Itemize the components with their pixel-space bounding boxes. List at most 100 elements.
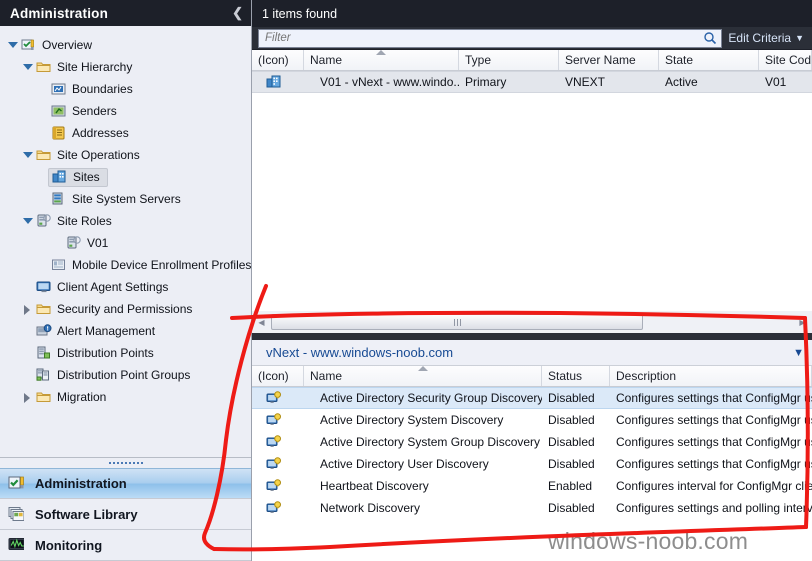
- column-header-name[interactable]: Name: [304, 366, 542, 386]
- column-header-status[interactable]: Status: [542, 366, 610, 386]
- alert-icon: [36, 323, 52, 339]
- column-header--icon-[interactable]: (Icon): [252, 50, 304, 70]
- nav-item-administration[interactable]: Administration: [0, 468, 251, 499]
- discovery-description: Configures settings that ConfigMgr uses: [616, 391, 812, 405]
- status-badge: Disabled: [548, 501, 595, 515]
- edit-criteria-label: Edit Criteria: [728, 31, 792, 45]
- discovery-description: Configures interval for ConfigMgr client…: [616, 479, 812, 493]
- list-item[interactable]: Active Directory Security Group Discover…: [252, 387, 812, 409]
- search-icon[interactable]: [703, 31, 717, 45]
- sidebar-item-label: Distribution Point Groups: [57, 368, 191, 382]
- column-header-site-code[interactable]: Site Code: [759, 50, 812, 70]
- sidebar-item-site-operations[interactable]: Site Operations: [0, 144, 251, 166]
- tree-expand-arrow-open-icon[interactable]: [6, 39, 18, 51]
- discovery-description: Configures settings and polling interval…: [616, 501, 812, 515]
- table-cell: V01: [765, 75, 787, 89]
- sidebar-item-site-hierarchy[interactable]: Site Hierarchy: [0, 56, 251, 78]
- discovery-name: Active Directory User Discovery: [320, 457, 489, 471]
- mobile-icon: [51, 258, 67, 273]
- status-badge: Disabled: [548, 391, 595, 405]
- sites-icon: [52, 170, 68, 185]
- nav-item-monitoring[interactable]: Monitoring: [0, 530, 251, 561]
- sidebar-item-v01[interactable]: V01: [0, 232, 251, 254]
- list-item[interactable]: Active Directory User Discovery Disabled C…: [252, 453, 812, 475]
- column-header-label: Site Code: [765, 53, 812, 67]
- tree-expand-arrow-open-icon[interactable]: [21, 149, 33, 161]
- tree-node-content: Site Hierarchy: [33, 59, 135, 76]
- results-count: 1 items found: [252, 0, 812, 27]
- sidebar-item-site-roles[interactable]: Site Roles: [0, 210, 251, 232]
- triangle-right-icon[interactable]: ▶: [795, 314, 810, 330]
- column-header-name[interactable]: Name: [304, 50, 459, 70]
- status-badge: Disabled: [548, 435, 595, 449]
- tree-expand-arrow-closed-icon[interactable]: [21, 391, 33, 403]
- horizontal-scrollbar[interactable]: ◀ ▶: [252, 311, 812, 333]
- column-header-description[interactable]: Description: [610, 366, 812, 386]
- dpgroup-icon: [36, 368, 52, 383]
- sidebar-item-sites[interactable]: Sites: [0, 166, 251, 188]
- chevron-left-icon[interactable]: ❮: [232, 5, 243, 21]
- list-item[interactable]: Heartbeat Discovery Enabled Configures int…: [252, 475, 812, 497]
- column-header-type[interactable]: Type: [459, 50, 559, 70]
- administration-icon: [8, 475, 28, 492]
- sidebar-item-addresses[interactable]: Addresses: [0, 122, 251, 144]
- discovery-icon: [252, 478, 304, 494]
- column-header-label: Type: [465, 53, 492, 67]
- nav-list: Administration Software Library Monitori…: [0, 468, 251, 561]
- table-cell: Primary: [465, 75, 507, 89]
- table-row[interactable]: V01 - vNext - www.windo... Primary VNEXT Ac…: [252, 71, 812, 93]
- column-header-state[interactable]: State: [659, 50, 759, 70]
- sidebar-item-senders[interactable]: Senders: [0, 100, 251, 122]
- scrollbar-thumb[interactable]: [271, 314, 643, 330]
- detail-pane-header[interactable]: vNext - www.windows-noob.com ▼: [252, 340, 812, 366]
- search-input-wrapper[interactable]: [258, 28, 723, 48]
- sidebar-item-label: Distribution Points: [57, 346, 154, 360]
- sidebar-item-distribution-point-groups[interactable]: Distribution Point Groups: [0, 364, 251, 386]
- dp-icon: [36, 346, 52, 361]
- search-input[interactable]: [265, 32, 704, 44]
- column-header-label: Server Name: [565, 53, 636, 67]
- sidebar-item-mobile-device-enrollment-profiles[interactable]: Mobile Device Enrollment Profiles: [0, 254, 251, 276]
- edit-criteria-button[interactable]: Edit Criteria ▼: [728, 31, 806, 45]
- column-header-label: Name: [310, 53, 343, 67]
- sidebar-item-migration[interactable]: Migration: [0, 386, 251, 408]
- grip-icon[interactable]: [0, 458, 251, 468]
- tree-expand-arrow-closed-icon[interactable]: [21, 303, 33, 315]
- discovery-grid-header: (Icon) Name Status Description: [252, 366, 812, 387]
- sidebar-item-site-system-servers[interactable]: Site System Servers: [0, 188, 251, 210]
- sidebar-item-label: Site Hierarchy: [57, 60, 133, 74]
- triangle-left-icon[interactable]: ◀: [254, 314, 269, 330]
- sidebar-item-overview[interactable]: Overview: [0, 34, 251, 56]
- tree-node-content: Addresses: [48, 125, 132, 142]
- sidebar-item-label: Mobile Device Enrollment Profiles: [72, 258, 251, 272]
- tree-expand-arrow-open-icon[interactable]: [21, 215, 33, 227]
- sidebar-item-client-agent-settings[interactable]: Client Agent Settings: [0, 276, 251, 298]
- tree-node-content: Overview: [18, 37, 95, 54]
- sidebar-item-label: Site Operations: [57, 148, 140, 162]
- sidebar-item-alert-management[interactable]: Alert Management: [0, 320, 251, 342]
- list-item[interactable]: Active Directory System Group Discovery D…: [252, 431, 812, 453]
- folder-icon: [36, 390, 52, 405]
- list-item[interactable]: Active Directory System Discovery Disable…: [252, 409, 812, 431]
- sidebar-item-label: Site System Servers: [72, 192, 181, 206]
- nav-item-software-library[interactable]: Software Library: [0, 499, 251, 530]
- tree-node-content: Distribution Point Groups: [33, 367, 193, 384]
- sidebar-item-security-and-permissions[interactable]: Security and Permissions: [0, 298, 251, 320]
- column-header--icon-[interactable]: (Icon): [252, 366, 304, 386]
- addresses-icon: [51, 126, 67, 141]
- application-window: Administration ❮ Overview Site Hierarchy…: [0, 0, 812, 561]
- sidebar-item-distribution-points[interactable]: Distribution Points: [0, 342, 251, 364]
- column-header-label: (Icon): [258, 53, 289, 67]
- chevron-down-icon[interactable]: ▼: [793, 347, 804, 359]
- sidebar-item-label: V01: [87, 236, 109, 250]
- server-icon: [51, 192, 67, 207]
- tree-expand-arrow-open-icon[interactable]: [21, 61, 33, 73]
- sidebar-item-label: Boundaries: [72, 82, 133, 96]
- column-header-server-name[interactable]: Server Name: [559, 50, 659, 70]
- sidebar-item-boundaries[interactable]: Boundaries: [0, 78, 251, 100]
- sidebar-item-label: Overview: [42, 38, 93, 52]
- list-item[interactable]: Network Discovery Disabled Configures sett…: [252, 497, 812, 519]
- siterole-icon: [36, 213, 52, 229]
